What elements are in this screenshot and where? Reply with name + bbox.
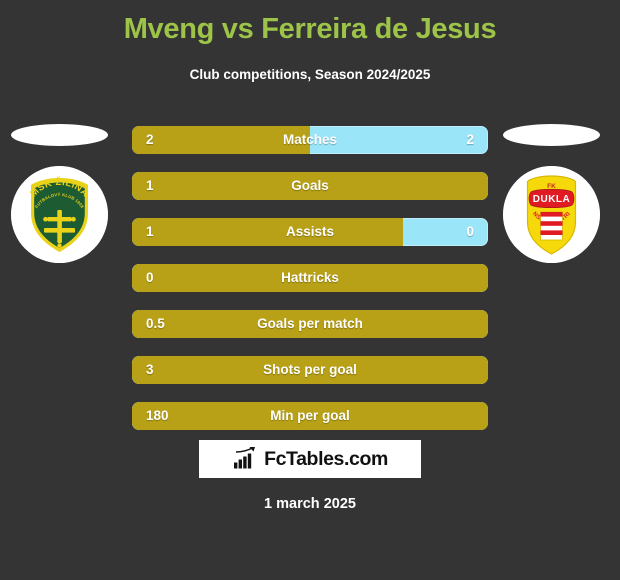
stat-label: Assists bbox=[285, 224, 335, 239]
bar-chart-arrow-icon bbox=[234, 447, 256, 469]
stat-bars: 2 Matches 2 1 Goals 1 Assists 0 0 Hattri… bbox=[132, 126, 488, 448]
stat-row-hattricks[interactable]: 0 Hattricks bbox=[132, 264, 488, 292]
stat-value-right: 0 bbox=[466, 224, 474, 239]
msk-zilina-crest: MŠK ŽILINA FUTBALOVÝ KLUB 1908 bbox=[11, 166, 108, 263]
stat-row-goals[interactable]: 1 Goals bbox=[132, 172, 488, 200]
brand-name: FcTables.com bbox=[264, 448, 388, 470]
comparison-area: MŠK ŽILINA FUTBALOVÝ KLUB 1908 FK DUKLA … bbox=[0, 118, 620, 430]
stat-row-shots-per-goal[interactable]: 3 Shots per goal bbox=[132, 356, 488, 384]
stat-label: Shots per goal bbox=[263, 362, 357, 377]
stat-row-matches[interactable]: 2 Matches 2 bbox=[132, 126, 488, 154]
team-left[interactable]: MŠK ŽILINA FUTBALOVÝ KLUB 1908 bbox=[8, 118, 128, 288]
stat-label: Goals bbox=[291, 178, 329, 193]
footer: FcTables.com 1 march 2025 bbox=[0, 440, 620, 512]
stat-row-goals-per-match[interactable]: 0.5 Goals per match bbox=[132, 310, 488, 338]
team-right[interactable]: FK DUKLA BANSKÁ BYSTRICA bbox=[492, 118, 612, 288]
stat-label: Matches bbox=[282, 132, 338, 147]
date-label: 1 march 2025 bbox=[264, 496, 356, 512]
crest-highlight-ellipse-right bbox=[503, 124, 600, 146]
stat-label: Goals per match bbox=[257, 316, 363, 331]
svg-text:FK: FK bbox=[547, 183, 556, 190]
stat-row-assists[interactable]: 1 Assists 0 bbox=[132, 218, 488, 246]
fk-dukla-crest-icon: FK DUKLA BANSKÁ BYSTRICA bbox=[503, 166, 600, 263]
brand-logo[interactable]: FcTables.com bbox=[199, 440, 421, 478]
stat-label: Min per goal bbox=[270, 408, 350, 423]
page-title: Mveng vs Ferreira de Jesus bbox=[123, 13, 497, 45]
svg-text:DUKLA: DUKLA bbox=[533, 194, 571, 205]
crest-highlight-ellipse-left bbox=[11, 124, 108, 146]
fk-dukla-banska-bystrica-crest: FK DUKLA BANSKÁ BYSTRICA bbox=[503, 166, 600, 263]
stat-label: Hattricks bbox=[281, 270, 339, 285]
stat-value-right: 2 bbox=[466, 132, 474, 147]
header: Mveng vs Ferreira de Jesus Club competit… bbox=[0, 0, 620, 83]
page-subtitle: Club competitions, Season 2024/2025 bbox=[189, 67, 431, 82]
msk-zilina-crest-icon: MŠK ŽILINA FUTBALOVÝ KLUB 1908 bbox=[11, 166, 108, 263]
stat-row-min-per-goal[interactable]: 180 Min per goal bbox=[132, 402, 488, 430]
